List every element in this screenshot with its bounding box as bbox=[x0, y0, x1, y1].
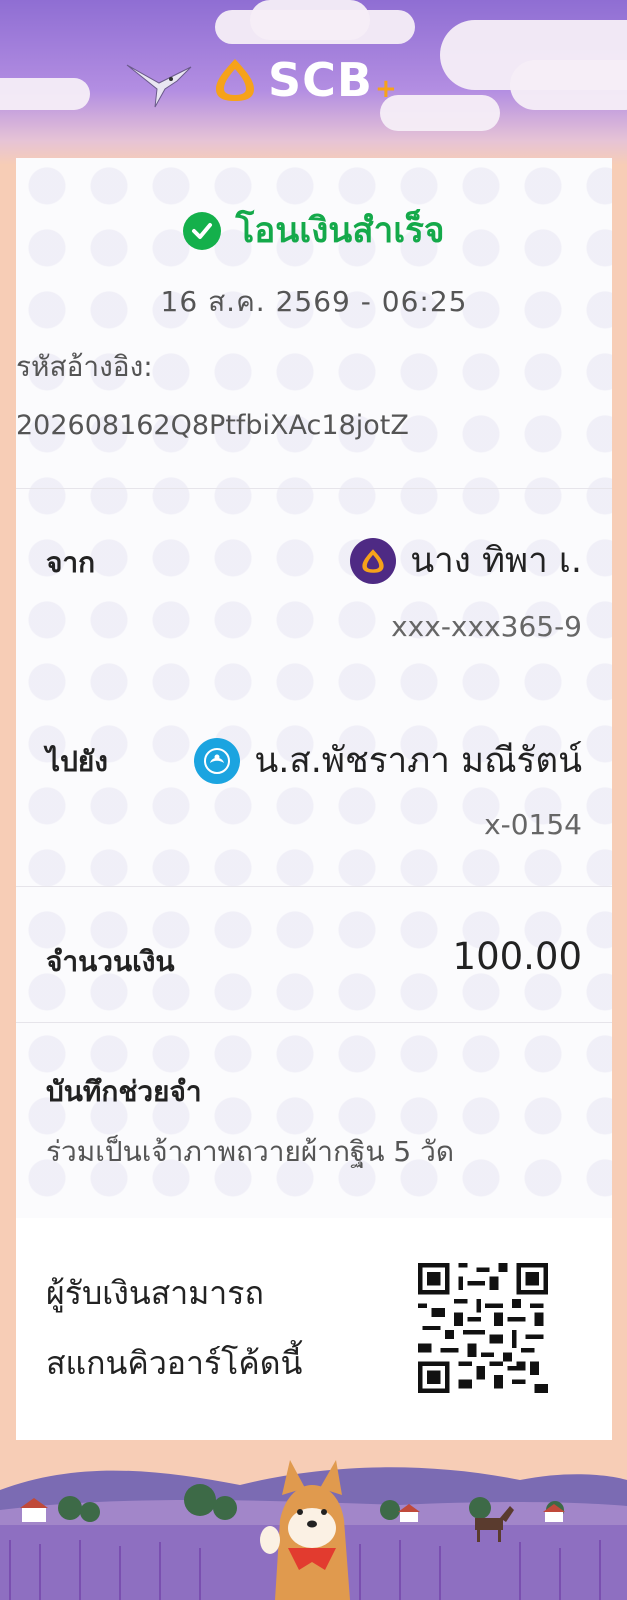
to-label: ไปยัง bbox=[46, 745, 108, 778]
to-account-holder: น.ส.พัชราภา มณีรัตน์ bbox=[194, 733, 582, 788]
qr-caption-line1: ผู้รับเงินสามารถ bbox=[46, 1274, 264, 1312]
cloud-decoration bbox=[380, 95, 500, 131]
cloud-decoration bbox=[510, 60, 627, 110]
bird-icon bbox=[126, 64, 192, 108]
divider bbox=[16, 488, 612, 489]
reference-value[interactable]: 202608162Q8PtfbiXAc18jotZ bbox=[16, 410, 409, 441]
divider bbox=[16, 886, 612, 887]
status-line: โอนเงินสำเร็จ bbox=[16, 203, 612, 258]
from-label: จาก bbox=[46, 546, 96, 579]
to-account-number: x-0154 bbox=[484, 808, 582, 841]
from-account-number: xxx-xxx365-9 bbox=[391, 610, 582, 643]
lavender-field-illustration bbox=[0, 1440, 627, 1600]
reference-label: รหัสอ้างอิง: bbox=[16, 350, 153, 383]
to-name: น.ส.พัชราภา มณีรัตน์ bbox=[254, 741, 582, 781]
transfer-receipt: โอนเงินสำเร็จ 16 ส.ค. 2569 - 06:25 รหัสอ… bbox=[16, 158, 612, 1448]
qr-code-icon[interactable] bbox=[418, 1263, 548, 1393]
cloud-decoration bbox=[0, 78, 90, 110]
transaction-datetime: 16 ส.ค. 2569 - 06:25 bbox=[160, 285, 468, 318]
cloud-decoration bbox=[250, 0, 370, 40]
scb-logo: SCB + bbox=[210, 50, 397, 110]
amount-value: 100.00 bbox=[452, 935, 582, 978]
note-value: ร่วมเป็นเจ้าภาพถวายผ้ากฐิน 5 วัด bbox=[46, 1135, 455, 1168]
krungthai-bank-icon bbox=[194, 737, 241, 784]
status-text: โอนเงินสำเร็จ bbox=[235, 211, 445, 251]
scb-bank-icon bbox=[350, 537, 397, 584]
brand-plus: + bbox=[374, 74, 397, 104]
divider bbox=[16, 1022, 612, 1023]
from-account-holder: นาง ทิพา เ. bbox=[350, 533, 582, 588]
amount-label: จำนวนเงิน bbox=[46, 945, 175, 978]
qr-caption-line2: สแกนคิวอาร์โค้ดนี้ bbox=[46, 1344, 303, 1382]
scb-logo-icon bbox=[216, 59, 254, 101]
header-banner: SCB + bbox=[0, 0, 627, 165]
note-label: บันทึกช่วยจำ bbox=[46, 1075, 202, 1108]
check-circle-icon bbox=[183, 211, 222, 250]
from-name: นาง ทิพา เ. bbox=[410, 541, 582, 581]
brand-name: SCB bbox=[268, 53, 373, 107]
